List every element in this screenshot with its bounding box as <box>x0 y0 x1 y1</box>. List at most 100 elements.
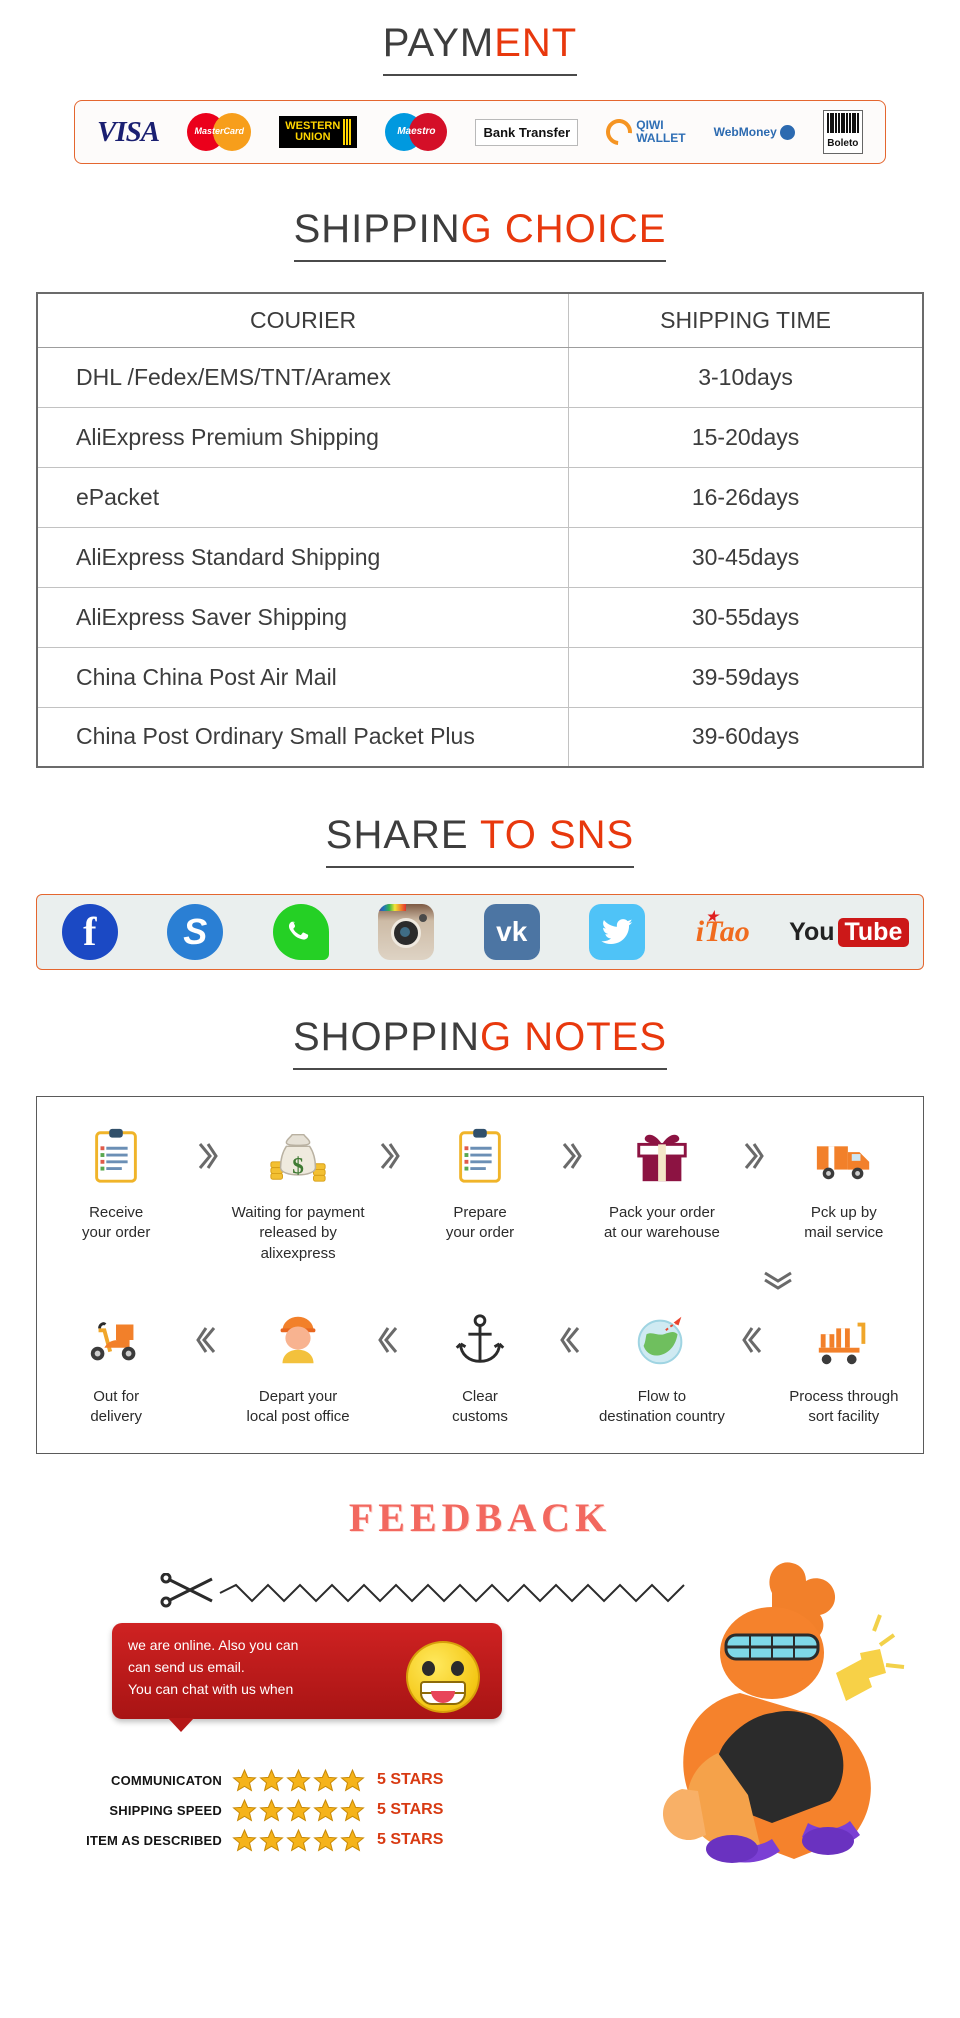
vk-glyph: vk <box>483 904 540 960</box>
courier-name: China China Post Air Mail <box>36 646 570 708</box>
star-icon <box>340 1828 365 1852</box>
webmoney-logo: WebMoney <box>714 111 795 153</box>
qiwi-ring-icon <box>600 113 638 151</box>
courier-name: AliExpress Standard Shipping <box>36 526 570 588</box>
chevron-left-icon <box>731 1303 775 1377</box>
process-step: Receive your order <box>47 1119 185 1244</box>
rating-value: 5 STARS <box>377 1771 444 1789</box>
rating-stars <box>232 1768 365 1793</box>
table-row: ePacket 16-26days <box>36 466 924 528</box>
courier-name: ePacket <box>36 466 570 528</box>
notes-title-dark: SHOPPIN <box>292 1015 480 1059</box>
process-step-label: Clear customs <box>452 1387 508 1425</box>
star-icon <box>313 1828 338 1852</box>
qiwi-wallet-logo: QIWI WALLET <box>600 111 686 153</box>
clipboard-icon <box>47 1119 185 1193</box>
process-step-label: Pack your order at our warehouse <box>603 1204 720 1242</box>
chevron-down-row <box>47 1268 913 1297</box>
process-step-label: Depart your local post office <box>246 1387 350 1425</box>
courier-name: China Post Ordinary Small Packet Plus <box>36 706 570 768</box>
process-row-two: Out for delivery Depart your local post … <box>47 1303 913 1428</box>
facebook-glyph: f <box>61 904 118 960</box>
webmoney-dot-icon <box>779 124 795 140</box>
youtube-icon[interactable]: You Tube <box>789 903 910 961</box>
delivery-truck-icon <box>775 1119 913 1193</box>
star-icon <box>286 1798 311 1822</box>
shipping-time: 39-60days <box>568 706 924 768</box>
table-row: DHL /Fedex/EMS/TNT/Aramex 3-10days <box>36 346 924 408</box>
rating-label: COMMUNICATON <box>111 1772 222 1788</box>
maestro-label: Maestro <box>397 126 436 137</box>
rating-row: COMMUNICATON 5 STARS <box>82 1765 502 1795</box>
rating-stars <box>232 1798 365 1823</box>
gift-box-icon <box>593 1119 731 1193</box>
payment-title-dark: PAYM <box>382 21 495 65</box>
itao-icon[interactable]: ★ iTao <box>694 903 752 961</box>
process-step: Out for delivery <box>47 1303 185 1428</box>
skype-icon[interactable]: S <box>166 903 224 961</box>
rating-stars <box>232 1828 365 1853</box>
feedback-area: we are online. Also you can can send us … <box>0 1547 960 1864</box>
shipping-time: 30-45days <box>568 526 924 588</box>
product-description-page: PAYMENT VISA MasterCard WESTERN UNION Ma… <box>0 22 960 1867</box>
whatsapp-icon[interactable] <box>272 903 330 961</box>
boleto-logo: Boleto <box>822 110 863 154</box>
process-step-label: Out for delivery <box>90 1387 143 1425</box>
star-icon <box>259 1828 284 1852</box>
western-union-logo: WESTERN UNION <box>279 111 358 153</box>
process-step: Process through sort facility <box>775 1303 913 1428</box>
instagram-icon[interactable] <box>377 903 435 961</box>
shipping-time: 39-59days <box>568 646 924 708</box>
courier-name: AliExpress Saver Shipping <box>36 586 570 648</box>
feedback-section-title: FEEDBACK <box>0 1494 960 1541</box>
grinning-emoji-icon <box>406 1641 480 1714</box>
shipping-table: COURIER SHIPPING TIME DHL /Fedex/EMS/TNT… <box>36 292 924 768</box>
rating-value: 5 STARS <box>377 1831 444 1849</box>
chevron-left-icon <box>185 1303 229 1377</box>
rating-row: ITEM AS DESCRIBED 5 STARS <box>82 1825 502 1855</box>
star-icon <box>286 1768 311 1792</box>
star-icon <box>259 1798 284 1822</box>
twitter-glyph <box>589 904 646 960</box>
rating-row: SHIPPING SPEED 5 STARS <box>82 1795 502 1825</box>
star-icon <box>340 1768 365 1792</box>
vk-icon[interactable]: vk <box>483 903 541 961</box>
chevron-down-icon <box>761 1268 795 1297</box>
whatsapp-glyph <box>272 904 329 960</box>
payment-methods-box: VISA MasterCard WESTERN UNION Maestro Ba… <box>74 100 886 164</box>
table-row: AliExpress Standard Shipping 30-45days <box>36 526 924 588</box>
process-step: Clear customs <box>411 1303 549 1428</box>
courier-name: AliExpress Premium Shipping <box>36 406 570 468</box>
table-row: China Post Ordinary Small Packet Plus 39… <box>36 706 924 768</box>
clipboard-icon <box>411 1119 549 1193</box>
globe-icon <box>593 1303 731 1377</box>
notes-section-title: SHOPPING NOTES <box>0 1016 960 1070</box>
column-header-courier: COURIER <box>36 292 570 348</box>
star-icon <box>232 1828 257 1852</box>
western-union-line2: UNION <box>295 131 331 143</box>
facebook-icon[interactable]: f <box>61 903 119 961</box>
rating-label: ITEM AS DESCRIBED <box>86 1832 222 1848</box>
chevron-right-icon <box>185 1119 229 1193</box>
table-row: AliExpress Premium Shipping 15-20days <box>36 406 924 468</box>
sns-title-dark: SHARE <box>325 813 480 857</box>
star-icon <box>232 1768 257 1792</box>
process-step-label: Waiting for payment released by alixexpr… <box>231 1204 365 1262</box>
twitter-icon[interactable] <box>588 903 646 961</box>
shipping-time: 16-26days <box>568 466 924 528</box>
youtube-glyph: You Tube <box>789 917 910 947</box>
scooter-icon <box>47 1303 185 1377</box>
visa-logo: VISA <box>97 115 160 148</box>
chevron-left-icon <box>549 1303 593 1377</box>
payment-section-title: PAYMENT <box>0 22 960 76</box>
instagram-glyph <box>378 904 435 960</box>
skype-glyph: S <box>167 904 224 960</box>
process-step: Pck up by mail service <box>775 1119 913 1244</box>
shipping-time: 30-55days <box>568 586 924 648</box>
star-icon <box>313 1768 338 1792</box>
rating-value: 5 STARS <box>377 1801 444 1819</box>
process-step-label: Prepare your order <box>445 1204 515 1242</box>
process-step: $ Waiting for payment released by alixex… <box>229 1119 367 1264</box>
shipping-title-dark: SHIPPIN <box>293 207 461 251</box>
svg-text:$: $ <box>292 1153 304 1179</box>
